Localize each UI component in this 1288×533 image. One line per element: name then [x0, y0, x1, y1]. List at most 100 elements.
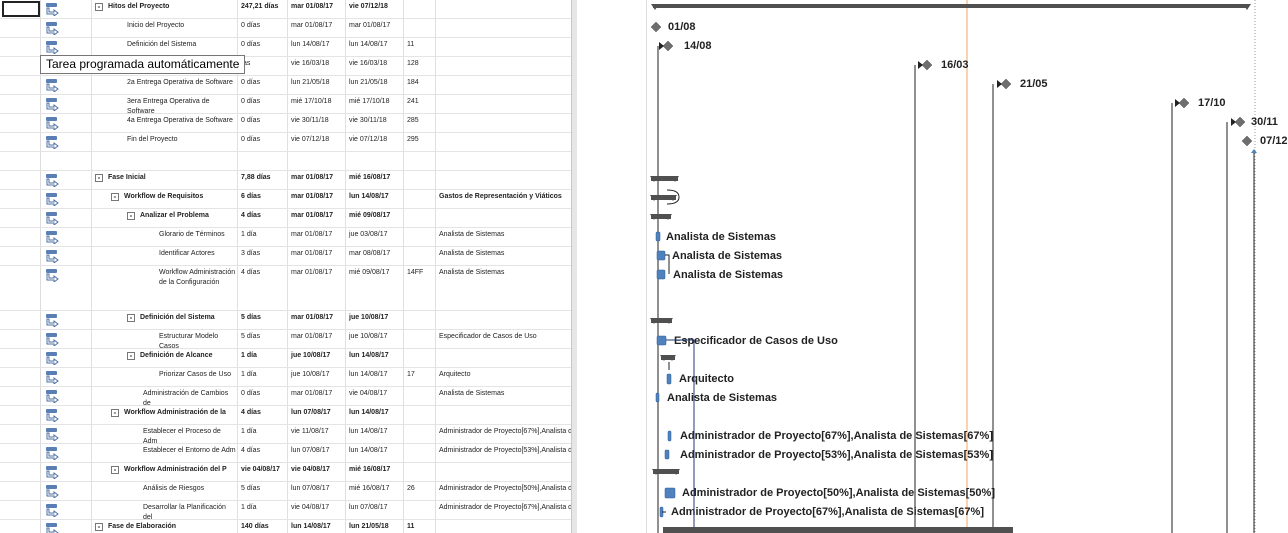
resource-cell[interactable] [436, 19, 571, 37]
finish-cell[interactable]: lun 14/08/17 [346, 38, 404, 56]
finish-cell[interactable]: mié 16/08/17 [346, 171, 404, 189]
summary-bar[interactable] [663, 527, 1013, 533]
task-mode-cell[interactable] [41, 247, 92, 265]
start-cell[interactable]: lun 14/08/17 [288, 38, 346, 56]
task-mode-cell[interactable] [41, 95, 92, 113]
task-mode-cell[interactable] [41, 266, 92, 310]
duration-cell[interactable]: 0 días [238, 114, 288, 132]
resource-cell[interactable]: Analista de Sistemas [436, 247, 571, 265]
predecessors-cell[interactable]: 295 [404, 133, 436, 151]
task-row[interactable]: Análisis de Riesgos 5 días lun 07/08/17 mié… [0, 482, 571, 501]
duration-cell[interactable]: 1 día [238, 349, 288, 367]
row-indicator-cell[interactable] [0, 57, 41, 75]
task-name-cell[interactable]: Inicio del Proyecto [92, 19, 238, 37]
task-row[interactable]: - Fase Inicial 7,88 días mar 01/08/17 mié 16… [0, 171, 571, 190]
resource-cell[interactable] [436, 209, 571, 227]
start-cell[interactable]: lun 14/08/17 [288, 520, 346, 533]
task-name-cell[interactable]: Priorizar Casos de Uso [92, 368, 238, 386]
row-indicator-cell[interactable] [0, 133, 41, 151]
task-mode-cell[interactable] [41, 501, 92, 519]
task-row[interactable]: 4a Entrega Operativa de Software 0 días vi… [0, 114, 571, 133]
task-name-cell[interactable]: - Analizar el Problema [92, 209, 238, 227]
row-indicator-cell[interactable] [0, 266, 41, 310]
resource-cell[interactable] [436, 95, 571, 113]
start-cell[interactable]: mar 01/08/17 [288, 171, 346, 189]
row-indicator-cell[interactable] [0, 228, 41, 246]
task-name-cell[interactable]: Glorario de Términos [92, 228, 238, 246]
start-cell[interactable]: lun 21/05/18 [288, 76, 346, 94]
start-cell[interactable]: lun 07/08/17 [288, 444, 346, 462]
duration-cell[interactable]: 5 días [238, 482, 288, 500]
row-indicator-cell[interactable] [0, 171, 41, 189]
predecessors-cell[interactable]: 11 [404, 520, 436, 533]
task-mode-cell[interactable] [41, 406, 92, 424]
task-name-cell[interactable]: - Workflow Administración del P [92, 463, 238, 481]
resource-cell[interactable] [436, 171, 571, 189]
duration-cell[interactable]: 1 día [238, 368, 288, 386]
resource-cell[interactable] [436, 38, 571, 56]
duration-cell[interactable]: ías [238, 57, 288, 75]
collapse-toggle[interactable]: - [95, 174, 103, 182]
start-cell[interactable]: vie 16/03/18 [288, 57, 346, 75]
predecessors-cell[interactable]: 11 [404, 38, 436, 56]
task-mode-cell[interactable] [41, 387, 92, 405]
finish-cell[interactable]: lun 14/08/17 [346, 425, 404, 443]
finish-cell[interactable]: lun 07/08/17 [346, 501, 404, 519]
task-row[interactable]: - Workflow Administración de la 4 días lun … [0, 406, 571, 425]
task-bar[interactable] [656, 250, 666, 261]
duration-cell[interactable]: 4 días [238, 266, 288, 310]
row-indicator-cell[interactable] [0, 311, 41, 329]
resource-cell[interactable] [436, 406, 571, 424]
task-mode-cell[interactable] [41, 19, 92, 37]
milestone-diamond[interactable] [1234, 116, 1246, 128]
duration-cell[interactable]: 0 días [238, 133, 288, 151]
finish-cell[interactable]: lun 21/05/18 [346, 76, 404, 94]
task-row[interactable]: Glorario de Términos 1 día mar 01/08/17 jue… [0, 228, 571, 247]
task-mode-cell[interactable] [41, 209, 92, 227]
finish-cell[interactable]: lun 14/08/17 [346, 190, 404, 208]
task-mode-cell[interactable] [41, 463, 92, 481]
duration-cell[interactable]: vie 04/08/17 [238, 463, 288, 481]
task-mode-cell[interactable] [41, 152, 92, 170]
task-mode-cell[interactable] [41, 330, 92, 348]
start-cell[interactable]: mar 01/08/17 [288, 228, 346, 246]
row-indicator-cell[interactable] [0, 76, 41, 94]
task-row[interactable]: Administración de Cambios de 0 días mar 01… [0, 387, 571, 406]
start-cell[interactable]: mar 01/08/17 [288, 209, 346, 227]
task-row[interactable]: 3era Entrega Operativa de Software 0 días… [0, 95, 571, 114]
duration-cell[interactable]: 4 días [238, 444, 288, 462]
start-cell[interactable]: mar 01/08/17 [288, 19, 346, 37]
row-indicator-cell[interactable] [0, 95, 41, 113]
task-name-cell[interactable]: Fin del Proyecto [92, 133, 238, 151]
start-cell[interactable]: jue 10/08/17 [288, 368, 346, 386]
resource-cell[interactable] [436, 311, 571, 329]
task-bar[interactable] [656, 335, 667, 346]
task-name-cell[interactable]: Workflow Administración de la Configurac… [92, 266, 238, 310]
duration-cell[interactable]: 5 días [238, 330, 288, 348]
start-cell[interactable]: mar 01/08/17 [288, 266, 346, 310]
task-row[interactable]: Priorizar Casos de Uso 1 día jue 10/08/17 l… [0, 368, 571, 387]
collapse-toggle[interactable]: - [111, 466, 119, 474]
finish-cell[interactable]: lun 14/08/17 [346, 368, 404, 386]
duration-cell[interactable]: 0 días [238, 387, 288, 405]
duration-cell[interactable]: 1 día [238, 228, 288, 246]
resource-cell[interactable] [436, 520, 571, 533]
predecessors-cell[interactable] [404, 501, 436, 519]
duration-cell[interactable]: 0 días [238, 38, 288, 56]
start-cell[interactable]: mar 01/08/17 [288, 0, 346, 18]
predecessors-cell[interactable]: 17 [404, 368, 436, 386]
task-name-cell[interactable]: Identificar Actores [92, 247, 238, 265]
task-mode-cell[interactable] [41, 520, 92, 533]
resource-cell[interactable]: Arquitecto [436, 368, 571, 386]
task-row[interactable]: 2a Entrega Operativa de Software 0 días lu… [0, 76, 571, 95]
task-name-cell[interactable]: 3era Entrega Operativa de Software [92, 95, 238, 113]
predecessors-cell[interactable]: 241 [404, 95, 436, 113]
task-row[interactable]: - Analizar el Problema 4 días mar 01/08/17 m… [0, 209, 571, 228]
finish-cell[interactable]: mié 16/08/17 [346, 463, 404, 481]
resource-cell[interactable] [436, 133, 571, 151]
resource-cell[interactable] [436, 57, 571, 75]
start-cell[interactable]: vie 11/08/17 [288, 425, 346, 443]
predecessors-cell[interactable] [404, 406, 436, 424]
finish-cell[interactable]: mié 17/10/18 [346, 95, 404, 113]
task-name-cell[interactable]: - Fase de Elaboración [92, 520, 238, 533]
